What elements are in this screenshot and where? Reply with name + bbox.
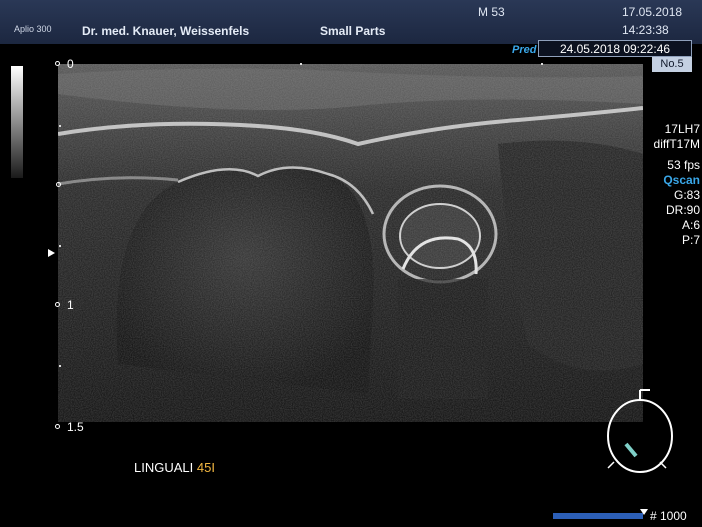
depth-marker-15 xyxy=(55,424,60,429)
header-time: 14:23:38 xyxy=(622,23,669,37)
cine-frame-bar xyxy=(553,513,643,519)
qscan-label: Qscan xyxy=(663,173,700,187)
cine-position-marker xyxy=(640,509,648,515)
p-value: P:7 xyxy=(681,233,700,247)
depth-marker-1 xyxy=(55,302,60,307)
ultrasound-screen: Aplio 300 Dr. med. Knauer, Weissenfels S… xyxy=(0,0,702,527)
depth-label-15: 1.5 xyxy=(67,420,84,434)
dynamic-range-value: DR:90 xyxy=(665,203,700,217)
depth-label-1: 1 xyxy=(67,298,74,312)
annotation-tooth: 45I xyxy=(196,460,215,475)
scan-top-tick xyxy=(300,63,302,65)
body-marker-icon xyxy=(607,389,673,473)
frame-number: No.5 xyxy=(652,57,692,72)
scan-top-tick xyxy=(541,63,543,65)
depth-tick xyxy=(59,245,61,247)
pred-label: Pred xyxy=(512,44,537,56)
exam-preset: Small Parts xyxy=(320,24,386,38)
frame-rate: 53 fps xyxy=(667,158,700,172)
device-model: Aplio 300 xyxy=(14,24,52,34)
depth-tick xyxy=(59,365,61,367)
grayscale-bar xyxy=(11,66,23,178)
depth-label-0: 0 xyxy=(67,57,74,71)
frame-count: # 1000 xyxy=(650,509,687,523)
a-value: A:6 xyxy=(681,218,700,232)
header-bar: Aplio 300 Dr. med. Knauer, Weissenfels S… xyxy=(0,0,702,44)
depth-marker-05 xyxy=(56,182,61,187)
focus-marker-icon xyxy=(48,249,55,257)
image-annotation: LINGUALI 45I xyxy=(134,460,215,475)
imaging-mode: diffT17M xyxy=(653,137,700,151)
gain-value: G:83 xyxy=(673,188,700,202)
depth-tick xyxy=(59,125,61,127)
annotation-text: LINGUALI xyxy=(134,460,194,475)
depth-marker-0 xyxy=(55,61,60,66)
institution-name: Dr. med. Knauer, Weissenfels xyxy=(82,24,250,38)
mode-indicator: M 53 xyxy=(478,5,505,19)
header-date: 17.05.2018 xyxy=(622,5,683,19)
capture-timestamp: 24.05.2018 09:22:46 xyxy=(538,40,692,57)
transducer-label: 17LH7 xyxy=(664,122,700,136)
parameter-panel: 17LH7 diffT17M 53 fps Qscan G:83 DR:90 A… xyxy=(640,122,702,248)
ultrasound-image xyxy=(58,64,643,422)
